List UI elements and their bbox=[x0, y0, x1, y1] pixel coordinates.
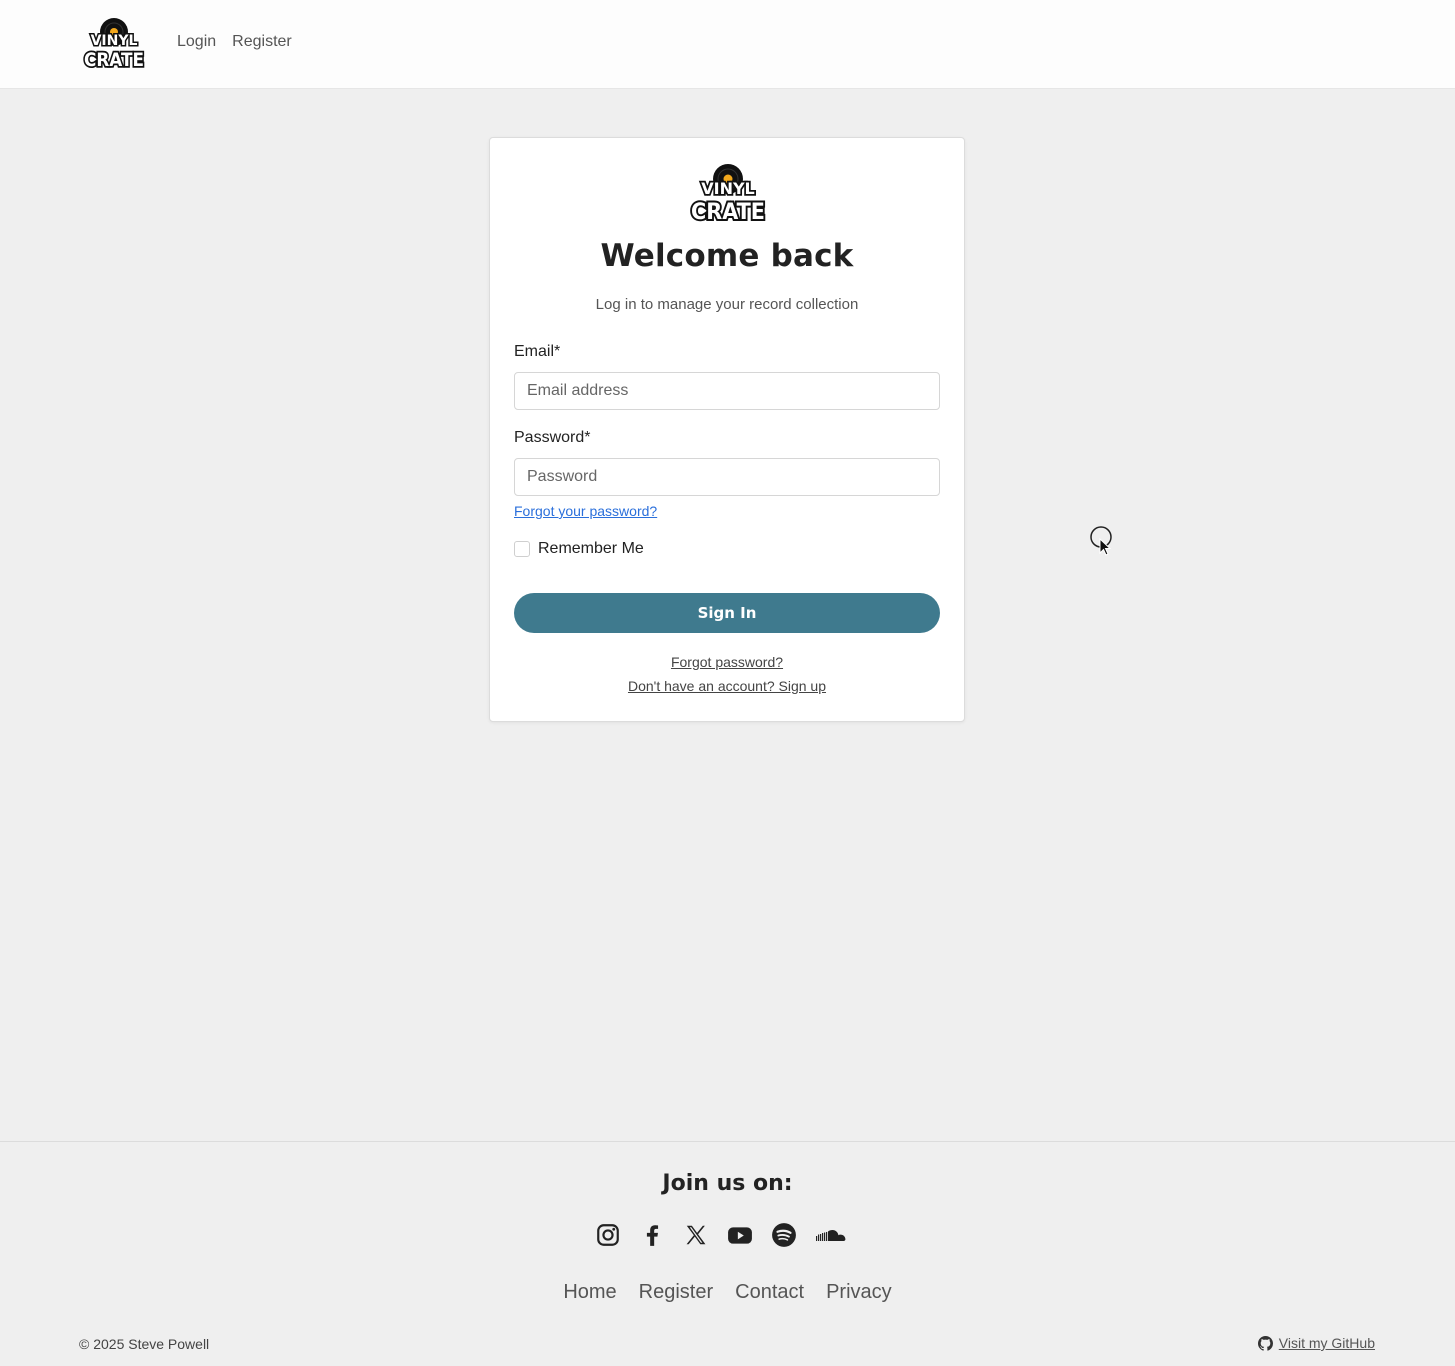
nav-login-link[interactable]: Login bbox=[177, 33, 216, 51]
remember-me-checkbox[interactable] bbox=[514, 541, 530, 557]
forgot-password-link[interactable]: Forgot password? bbox=[490, 654, 964, 670]
footer-link-home[interactable]: Home bbox=[563, 1281, 616, 1304]
password-label: Password* bbox=[514, 429, 591, 446]
site-footer: Join us on: Home Register Contact Privac… bbox=[0, 1141, 1455, 1366]
mouse-cursor-icon bbox=[1090, 526, 1112, 556]
logo-text-top: VINYL bbox=[701, 179, 755, 198]
soundcloud-icon[interactable] bbox=[815, 1222, 847, 1248]
footer-link-privacy[interactable]: Privacy bbox=[826, 1281, 892, 1304]
password-field[interactable] bbox=[514, 458, 940, 496]
sign-up-link-text[interactable]: Don't have an account? Sign up bbox=[628, 678, 826, 694]
page-subtitle: Log in to manage your record collection bbox=[595, 296, 859, 313]
forgot-password-link-text[interactable]: Forgot password? bbox=[671, 654, 783, 670]
footer-nav: Home Register Contact Privacy bbox=[0, 1281, 1455, 1304]
spotify-icon[interactable] bbox=[771, 1222, 797, 1248]
facebook-icon[interactable] bbox=[639, 1222, 665, 1248]
vinyl-crate-logo[interactable]: VINYL CRATE bbox=[83, 16, 145, 70]
github-icon bbox=[1257, 1335, 1273, 1351]
sign-up-link[interactable]: Don't have an account? Sign up bbox=[490, 678, 964, 694]
nav-register-link[interactable]: Register bbox=[232, 33, 292, 51]
login-card: VINYL CRATE Welcome back Log in to manag… bbox=[489, 137, 965, 722]
email-label: Email* bbox=[514, 343, 561, 360]
logo-text-bottom: CRATE bbox=[84, 49, 144, 70]
remember-me-row: Remember Me bbox=[514, 540, 644, 558]
copyright-text: © 2025 Steve Powell bbox=[79, 1336, 210, 1352]
footer-link-contact[interactable]: Contact bbox=[735, 1281, 804, 1304]
page-title: Welcome back bbox=[600, 238, 854, 274]
instagram-icon[interactable] bbox=[595, 1222, 621, 1248]
vinyl-crate-logo: VINYL CRATE bbox=[689, 164, 767, 224]
logo-text-bottom: CRATE bbox=[691, 200, 765, 224]
nav-links: Login Register bbox=[177, 33, 292, 51]
github-link[interactable]: Visit my GitHub bbox=[1257, 1335, 1375, 1351]
sign-in-button[interactable]: Sign In bbox=[514, 593, 940, 633]
email-field[interactable] bbox=[514, 372, 940, 410]
footer-link-register[interactable]: Register bbox=[639, 1281, 713, 1304]
social-links bbox=[595, 1222, 847, 1248]
github-link-text[interactable]: Visit my GitHub bbox=[1279, 1335, 1375, 1351]
join-us-heading: Join us on: bbox=[662, 1171, 793, 1196]
youtube-icon[interactable] bbox=[727, 1222, 753, 1248]
remember-me-label[interactable]: Remember Me bbox=[538, 540, 644, 558]
x-icon[interactable] bbox=[683, 1222, 709, 1248]
top-navbar: VINYL CRATE Login Register bbox=[0, 0, 1455, 89]
logo-text-top: VINYL bbox=[91, 33, 138, 49]
forgot-password-inline-link[interactable]: Forgot your password? bbox=[514, 503, 657, 519]
